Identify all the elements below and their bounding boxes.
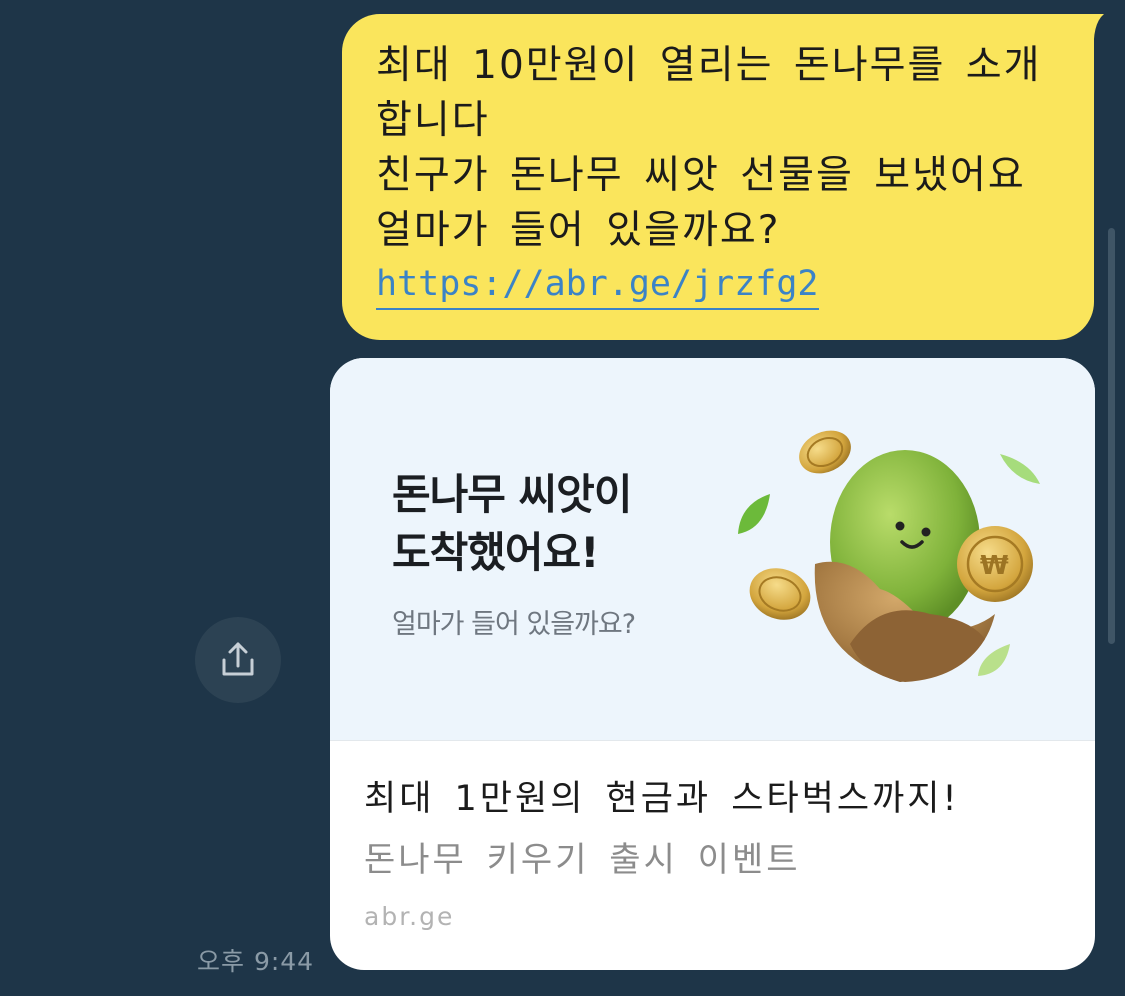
card-divider bbox=[330, 740, 1095, 741]
money-seed-illustration: ₩ bbox=[738, 430, 1040, 682]
message-line: 친구가 돈나무 씨앗 선물을 보냈어요 bbox=[376, 153, 1026, 198]
share-icon bbox=[222, 642, 254, 676]
link-preview-card[interactable]: 돈나무 씨앗이 도착했어요! 얼마가 들어 있을까요? ₩ 최대 1만원의 현금… bbox=[330, 358, 1095, 970]
message-timestamp: 오후 9:44 bbox=[197, 947, 315, 976]
preview-headline-line: 도착했어요! bbox=[392, 528, 599, 577]
preview-headline: 돈나무 씨앗이 도착했어요! bbox=[392, 466, 632, 582]
svg-text:₩: ₩ bbox=[980, 551, 1009, 581]
message-line: 합니다 bbox=[376, 98, 490, 143]
message-bubble[interactable]: 최대 10만원이 열리는 돈나무를 소개 합니다 친구가 돈나무 씨앗 선물을 … bbox=[342, 14, 1094, 340]
preview-title: 최대 1만원의 현금과 스타벅스까지! bbox=[364, 779, 960, 819]
preview-headline-line: 돈나무 씨앗이 bbox=[392, 470, 632, 519]
preview-description: 돈나무 키우기 출시 이벤트 bbox=[364, 840, 801, 880]
share-button[interactable] bbox=[195, 617, 281, 703]
message-line: 최대 10만원이 열리는 돈나무를 소개 bbox=[376, 43, 1042, 88]
preview-domain: abr.ge bbox=[364, 902, 455, 931]
preview-image-subtext: 얼마가 들어 있을까요? bbox=[392, 609, 636, 640]
scrollbar[interactable] bbox=[1108, 228, 1115, 644]
preview-image: 돈나무 씨앗이 도착했어요! 얼마가 들어 있을까요? ₩ bbox=[330, 358, 1095, 740]
message-link[interactable]: https://abr.ge/jrzfg2 bbox=[376, 260, 819, 310]
message-line: 얼마가 들어 있을까요? bbox=[376, 208, 781, 253]
